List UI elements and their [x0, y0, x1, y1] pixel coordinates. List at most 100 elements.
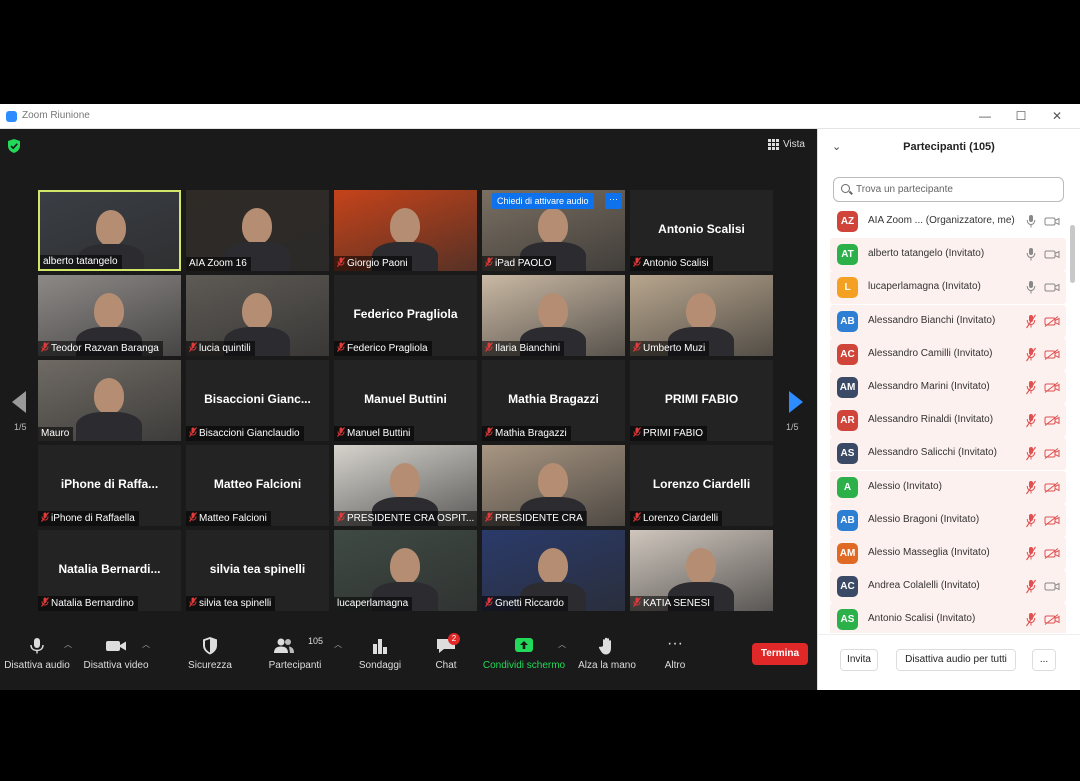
view-button[interactable]: Vista	[767, 139, 805, 150]
mute-all-button[interactable]: Disattiva audio per tutti	[896, 649, 1016, 671]
muted-microphone-icon[interactable]	[1026, 413, 1036, 428]
microphone-icon[interactable]	[1026, 247, 1036, 262]
participant-search-input[interactable]: Trova un partecipante	[833, 177, 1064, 202]
mute-label: Disattiva audio	[4, 660, 70, 671]
participant-tile[interactable]: Matteo Falcioni Matteo Falcioni	[186, 445, 329, 526]
end-meeting-button[interactable]: Termina	[752, 643, 808, 665]
participant-name-text: Bisaccioni Gianclaudio	[199, 427, 300, 439]
video-off-icon[interactable]	[1044, 348, 1060, 360]
participant-list-item[interactable]: AC Alessandro Camilli (Invitato)	[830, 337, 1066, 371]
video-camera-icon[interactable]	[1044, 216, 1060, 227]
invite-button[interactable]: Invita	[840, 649, 878, 671]
chat-button[interactable]: 2 Chat	[420, 629, 472, 690]
participant-list-item[interactable]: AS Antonio Scalisi (Invitato)	[830, 603, 1066, 633]
video-camera-icon[interactable]	[1044, 282, 1060, 293]
mute-button[interactable]: ︿ Disattiva audio	[4, 629, 72, 690]
participant-list-item[interactable]: AR Alessandro Rinaldi (Invitato)	[830, 404, 1066, 438]
encryption-shield-icon[interactable]	[8, 139, 20, 153]
participant-tile[interactable]: PRESIDENTE CRA	[482, 445, 625, 526]
participant-tile[interactable]: Ilaria Bianchini	[482, 275, 625, 356]
video-camera-icon[interactable]	[1044, 249, 1060, 260]
video-off-icon[interactable]	[1044, 448, 1060, 460]
muted-microphone-icon[interactable]	[1026, 579, 1036, 594]
participant-tile[interactable]: lucaperlamagna	[334, 530, 477, 611]
participant-tile[interactable]: Teodor Razvan Baranga	[38, 275, 181, 356]
raise-hand-button[interactable]: Alza la mano	[576, 629, 638, 690]
microphone-icon[interactable]	[1026, 214, 1036, 229]
participants-button[interactable]: 105 ︿ Partecipanti	[262, 629, 342, 690]
participant-tile[interactable]: PRESIDENTE CRA OSPIT...	[334, 445, 477, 526]
participant-tile[interactable]: Antonio Scalisi Antonio Scalisi	[630, 190, 773, 271]
muted-microphone-icon[interactable]	[1026, 546, 1036, 561]
security-button[interactable]: Sicurezza	[180, 629, 240, 690]
video-off-icon[interactable]	[1044, 382, 1060, 393]
page-indicator-left: 1/5	[14, 422, 27, 432]
participant-name-text: Ilaria Bianchini	[495, 342, 561, 354]
microphone-icon[interactable]	[1026, 280, 1036, 295]
video-off-icon[interactable]	[1044, 514, 1060, 526]
minimize-button[interactable]: —	[975, 107, 995, 125]
participant-tile[interactable]: KATIA SENESI	[630, 530, 773, 611]
muted-microphone-icon	[633, 597, 641, 609]
participant-tile[interactable]: Manuel Buttini Manuel Buttini	[334, 360, 477, 441]
participant-list-item[interactable]: AZ AIA Zoom ... (Organizzatore, me)	[830, 205, 1066, 238]
share-screen-button[interactable]: ︿ Condividi schermo	[482, 629, 566, 690]
participant-tile[interactable]: Mathia Bragazzi Mathia Bragazzi	[482, 360, 625, 441]
ask-to-unmute-button[interactable]: Chiedi di attivare audio	[492, 193, 594, 209]
participant-tile[interactable]: iPhone di Raffa... iPhone di Raffaella	[38, 445, 181, 526]
next-page-arrow-icon[interactable]	[789, 391, 803, 413]
polls-button[interactable]: Sondaggi	[352, 629, 408, 690]
participant-tile[interactable]: Giorgio Paoni	[334, 190, 477, 271]
participant-list-item[interactable]: Llucaperlamagna (Invitato)	[830, 271, 1066, 305]
maximize-button[interactable]: ☐	[1011, 107, 1031, 125]
video-button[interactable]: ︿ Disattiva video	[82, 629, 150, 690]
participant-tile[interactable]: AIA Zoom 16	[186, 190, 329, 271]
participant-name-label: Gnetti Riccardo	[482, 596, 568, 611]
video-options-caret-icon[interactable]: ︿	[142, 639, 150, 650]
participant-list-item[interactable]: A Alessio (Invitato)	[830, 470, 1066, 504]
participant-tile[interactable]: Chiedi di attivare audio ··· iPad PAOLO	[482, 190, 625, 271]
participant-tile[interactable]: Federico Pragliola Federico Pragliola	[334, 275, 477, 356]
participant-list-name: Alessio Masseglia (Invitato)	[868, 547, 990, 558]
video-off-icon[interactable]	[1044, 614, 1060, 626]
video-off-icon[interactable]	[1044, 481, 1060, 493]
participant-tile[interactable]: Natalia Bernardi... Natalia Bernardino	[38, 530, 181, 611]
participant-tile[interactable]: alberto tatangelo	[38, 190, 181, 271]
close-button[interactable]: ✕	[1047, 107, 1067, 125]
participant-tile[interactable]: Gnetti Riccardo	[482, 530, 625, 611]
participant-tile[interactable]: PRIMI FABIO PRIMI FABIO	[630, 360, 773, 441]
participant-list-item[interactable]: AM Alessandro Marini (Invitato)	[830, 371, 1066, 404]
participants-options-caret-icon[interactable]: ︿	[334, 639, 342, 650]
previous-page-arrow-icon[interactable]	[12, 391, 26, 413]
video-off-icon[interactable]	[1044, 415, 1060, 427]
muted-microphone-icon[interactable]	[1026, 446, 1036, 461]
participant-list-item[interactable]: AB Alessandro Bianchi (Invitato)	[830, 304, 1066, 338]
video-off-icon[interactable]	[1044, 548, 1060, 559]
panel-more-button[interactable]: ...	[1032, 649, 1056, 671]
mute-options-caret-icon[interactable]: ︿	[64, 639, 72, 650]
more-button[interactable]: ··· Altro	[650, 629, 700, 690]
participant-tile[interactable]: silvia tea spinelli silvia tea spinelli	[186, 530, 329, 611]
participant-list-item[interactable]: AB Alessio Bragoni (Invitato)	[830, 503, 1066, 537]
video-off-icon[interactable]	[1044, 315, 1060, 327]
participant-tile[interactable]: Lorenzo Ciardelli Lorenzo Ciardelli	[630, 445, 773, 526]
muted-microphone-icon[interactable]	[1026, 380, 1036, 395]
participant-list-scrollbar[interactable]	[1070, 225, 1075, 283]
muted-microphone-icon[interactable]	[1026, 513, 1036, 528]
participant-tile[interactable]: lucia quintili	[186, 275, 329, 356]
share-options-caret-icon[interactable]: ︿	[558, 639, 566, 650]
participant-tile[interactable]: Umberto Muzi	[630, 275, 773, 356]
muted-microphone-icon[interactable]	[1026, 314, 1036, 329]
muted-microphone-icon[interactable]	[1026, 480, 1036, 495]
participant-list-item[interactable]: AS Alessandro Salicchi (Invitato)	[830, 437, 1066, 471]
muted-microphone-icon[interactable]	[1026, 612, 1036, 627]
video-camera-icon[interactable]	[1044, 581, 1060, 592]
participant-list-item[interactable]: AM Alessio Masseglia (Invitato)	[830, 537, 1066, 570]
tile-more-options-button[interactable]: ···	[605, 193, 622, 209]
participant-tile[interactable]: Mauro	[38, 360, 181, 441]
participant-list-item[interactable]: AC Andrea Colalelli (Invitato)	[830, 570, 1066, 604]
chat-label: Chat	[435, 660, 457, 671]
participant-tile[interactable]: Bisaccioni Gianc... Bisaccioni Gianclaudi…	[186, 360, 329, 441]
muted-microphone-icon[interactable]	[1026, 347, 1036, 362]
participant-list-item[interactable]: AT alberto tatangelo (Invitato)	[830, 238, 1066, 272]
